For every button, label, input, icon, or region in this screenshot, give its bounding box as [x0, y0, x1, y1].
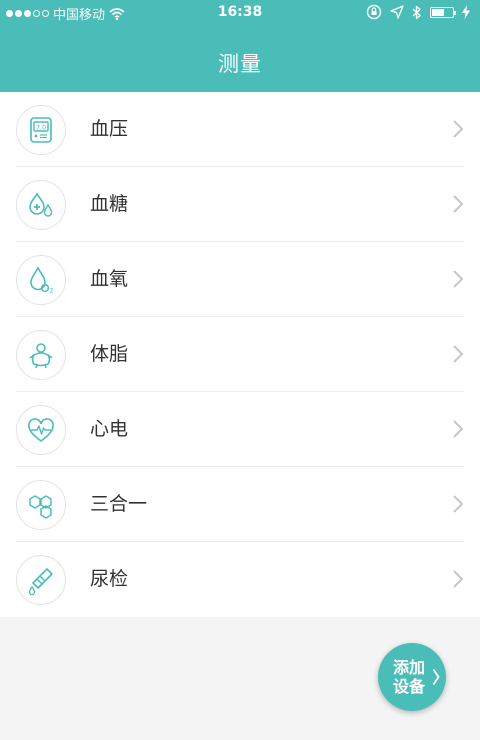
- chevron-right-icon: [453, 345, 464, 363]
- chevron-right-icon: [453, 120, 464, 138]
- top-bar: 中国移动 16:38 测量: [0, 0, 480, 92]
- page-title: 测量: [218, 52, 262, 76]
- list-item-urine-test[interactable]: 尿检: [0, 542, 480, 617]
- svg-text:7.0: 7.0: [36, 124, 46, 132]
- chevron-right-icon: [453, 420, 464, 438]
- chevron-right-icon: [432, 669, 440, 685]
- list-item-body-fat[interactable]: 体脂: [0, 317, 480, 392]
- list-item-three-in-one[interactable]: 三合一: [0, 467, 480, 542]
- add-device-label: 添加设备: [392, 658, 425, 696]
- list-item-label: 尿检: [90, 568, 129, 590]
- chevron-right-icon: [453, 570, 464, 588]
- list-item-label: 心电: [90, 418, 129, 440]
- urine-test-strip-icon: [16, 555, 66, 605]
- blood-sugar-drop-icon: [16, 180, 66, 230]
- three-in-one-hexagon-icon: [16, 480, 66, 530]
- chevron-right-icon: [453, 270, 464, 288]
- add-device-button[interactable]: 添加设备: [378, 643, 446, 711]
- list-item-blood-sugar[interactable]: 血糖: [0, 167, 480, 242]
- list-item-label: 三合一: [90, 493, 148, 515]
- location-arrow-icon: [390, 5, 404, 19]
- ecg-heart-icon: [16, 405, 66, 455]
- list-item-label: 血氧: [90, 268, 129, 290]
- bluetooth-icon: [412, 5, 421, 19]
- list-item-blood-oxygen[interactable]: 2 血氧: [0, 242, 480, 317]
- measure-list: 7.0 血压 血糖 2 血氧 体脂 心电 三合一 尿检: [0, 92, 480, 617]
- list-item-label: 血压: [90, 118, 129, 140]
- chevron-right-icon: [453, 495, 464, 513]
- status-right: [366, 4, 470, 20]
- blood-pressure-monitor-icon: 7.0: [16, 105, 66, 155]
- list-item-label: 血糖: [90, 193, 129, 215]
- charging-bolt-icon: [462, 5, 470, 19]
- status-bar: 中国移动 16:38: [0, 0, 480, 26]
- chevron-right-icon: [453, 195, 464, 213]
- battery-icon: [430, 6, 456, 18]
- list-item-ecg[interactable]: 心电: [0, 392, 480, 467]
- svg-text:2: 2: [50, 288, 54, 295]
- blood-oxygen-drop-icon: 2: [16, 255, 66, 305]
- body-fat-figure-icon: [16, 330, 66, 380]
- list-item-label: 体脂: [90, 343, 129, 365]
- rotation-lock-icon: [366, 4, 382, 20]
- list-item-blood-pressure[interactable]: 7.0 血压: [0, 92, 480, 167]
